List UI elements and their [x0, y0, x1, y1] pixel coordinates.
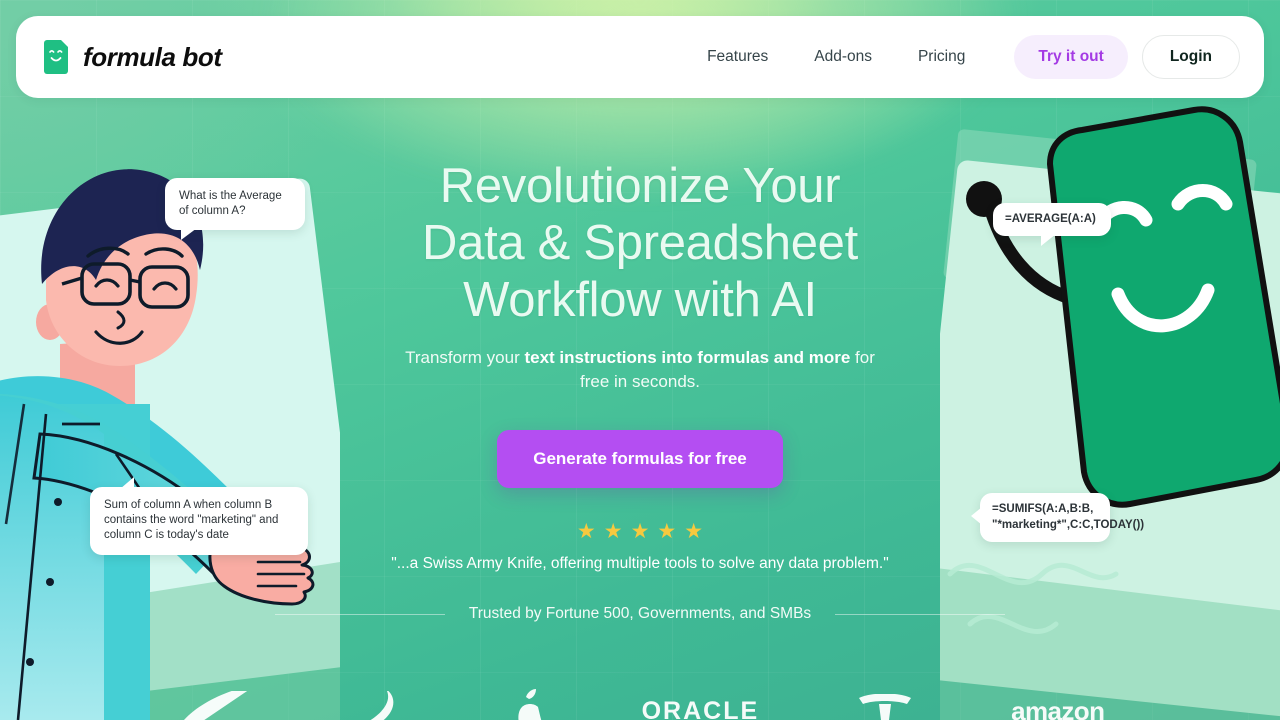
try-it-out-button[interactable]: Try it out [1014, 35, 1128, 79]
login-button[interactable]: Login [1141, 35, 1240, 79]
speech-bubble-question-1: What is the Average of column A? [165, 178, 305, 241]
testimonial-quote: "...a Swiss Army Knife, offering multipl… [391, 555, 889, 572]
speech-bubble-question-2: Sum of column A when column B contains t… [90, 477, 308, 555]
star-icon: ★ [684, 520, 704, 543]
bot-mascot-svg [947, 106, 1280, 634]
nav-link-features[interactable]: Features [684, 48, 791, 66]
subtitle-prefix: Transform your [405, 348, 525, 367]
hero-subtitle: Transform your text instructions into fo… [405, 346, 875, 394]
apple-logo [506, 688, 546, 720]
customer-logo-strip: ORACLE amazon [0, 688, 1280, 720]
trusted-by-text: Trusted by Fortune 500, Governments, and… [468, 605, 812, 622]
rating-stars: ★ ★ ★ ★ ★ [577, 521, 703, 542]
nav-link-pricing[interactable]: Pricing [895, 48, 988, 66]
headline-line-1: Revolutionize Your [439, 159, 841, 213]
nav-link-addons[interactable]: Add-ons [791, 48, 895, 66]
star-icon: ★ [657, 520, 677, 543]
smiley-document-icon [42, 40, 70, 74]
divider-right [835, 613, 1006, 615]
star-icon: ★ [603, 520, 623, 543]
speech-bubble-formula-2: =SUMIFS(A:A,B:B, "*marketing*",C:C,TODAY… [971, 493, 1144, 543]
brand-name: formula bot [83, 41, 222, 72]
headline-line-3: Workflow with AI [463, 273, 817, 327]
main-navigation: Features Add-ons Pricing Try it out Logi… [684, 35, 1240, 79]
amazon-logo: amazon [1011, 695, 1105, 720]
nike-logo [176, 688, 260, 720]
oracle-logo: ORACLE [641, 696, 760, 720]
swoosh-logo [356, 688, 410, 720]
star-icon: ★ [576, 520, 596, 543]
brand-logo[interactable]: formula bot [42, 40, 222, 74]
tesla-logo [855, 688, 915, 720]
star-icon: ★ [630, 520, 650, 543]
site-header: formula bot Features Add-ons Pricing Try… [16, 16, 1264, 98]
speech-bubble-formula-1: =AVERAGE(A:A) [993, 203, 1111, 247]
headline-line-2: Data & Spreadsheet [422, 216, 858, 270]
generate-formulas-button[interactable]: Generate formulas for free [497, 430, 783, 488]
trusted-by-row: Trusted by Fortune 500, Governments, and… [0, 605, 1280, 623]
right-illustration [940, 104, 1280, 720]
subtitle-emphasis: text instructions into formulas and more [524, 348, 851, 367]
divider-left [274, 613, 445, 615]
page-title: Revolutionize Your Data & Spreadsheet Wo… [330, 158, 950, 329]
